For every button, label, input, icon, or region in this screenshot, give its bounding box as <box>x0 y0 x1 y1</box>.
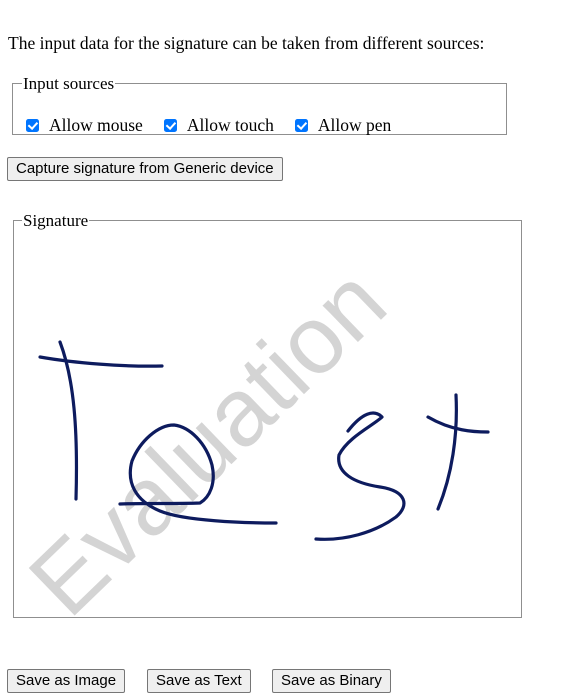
save-as-binary-button[interactable]: Save as Binary <box>272 669 391 693</box>
allow-touch-label: Allow touch <box>186 115 274 135</box>
allow-mouse-checkbox[interactable] <box>26 119 39 133</box>
signature-stroke-t2-stem <box>436 393 458 511</box>
allow-touch-option[interactable]: Allow touch <box>163 115 274 135</box>
signature-legend: Signature <box>23 211 89 230</box>
input-sources-options: Allow mouse Allow touch Allow pen <box>26 115 412 135</box>
signature-group: Signature Evaluation <box>13 211 522 633</box>
intro-text: The input data for the signature can be … <box>8 33 485 53</box>
input-sources-group: Input sources Allow mouse Allow touch Al… <box>12 75 507 135</box>
input-sources-legend: Input sources <box>23 74 115 93</box>
capture-signature-button[interactable]: Capture signature from Generic device <box>7 157 283 181</box>
signature-stroke-t-bar <box>38 355 164 368</box>
evaluation-watermark: Evaluation <box>14 248 406 633</box>
signature-stroke-t2-bar <box>426 415 490 434</box>
save-as-image-button[interactable]: Save as Image <box>7 669 126 693</box>
signature-canvas[interactable]: Evaluation <box>14 229 521 633</box>
allow-pen-checkbox[interactable] <box>294 119 308 133</box>
allow-pen-option[interactable]: Allow pen <box>294 115 392 135</box>
allow-touch-checkbox[interactable] <box>163 119 177 133</box>
allow-pen-label: Allow pen <box>317 115 392 135</box>
allow-mouse-option[interactable]: Allow mouse <box>26 115 143 135</box>
signature-stroke-s <box>314 411 406 541</box>
allow-mouse-label: Allow mouse <box>49 115 143 135</box>
signature-stroke-t-stem <box>58 340 79 501</box>
save-as-text-button[interactable]: Save as Text <box>147 669 251 693</box>
